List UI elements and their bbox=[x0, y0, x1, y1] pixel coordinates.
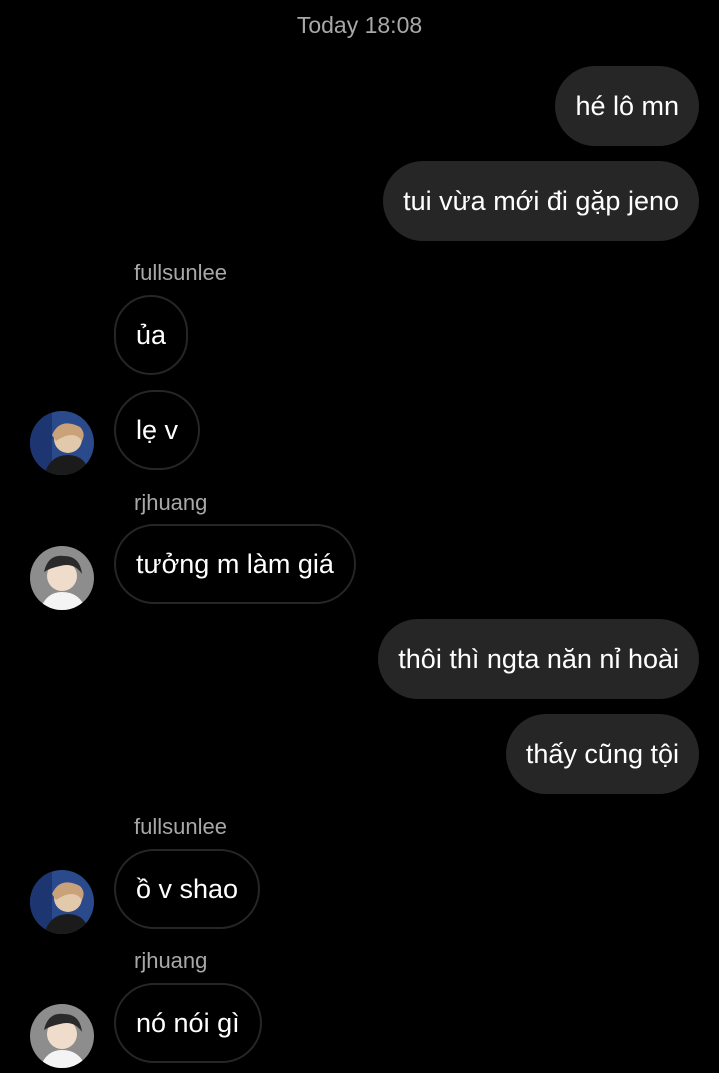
avatar-photo-icon bbox=[30, 870, 94, 934]
message-bubble-outgoing[interactable]: tui vừa mới đi gặp jeno bbox=[383, 161, 699, 241]
message-bubble-outgoing[interactable]: thấy cũng tội bbox=[505, 714, 699, 794]
avatar-photo-icon bbox=[30, 411, 94, 475]
message-bubble-incoming[interactable]: tưởng m làm giá bbox=[114, 524, 356, 604]
sender-name: rjhuang bbox=[134, 490, 208, 515]
message-bubble-incoming[interactable]: lẹ v bbox=[114, 390, 201, 470]
avatar-photo-icon bbox=[30, 546, 94, 610]
message-bubble-incoming[interactable]: ồ v shao bbox=[114, 849, 261, 929]
sender-avatar[interactable] bbox=[30, 546, 94, 610]
message-bubble-outgoing[interactable]: thôi thì ngta năn nỉ hoài bbox=[378, 619, 699, 699]
sender-name: fullsunlee bbox=[134, 814, 227, 839]
message-bubble-incoming[interactable]: nó nói gì bbox=[114, 983, 262, 1063]
sender-name: rjhuang bbox=[134, 948, 208, 973]
sender-avatar[interactable] bbox=[30, 1004, 94, 1068]
message-bubble-incoming[interactable]: ủa bbox=[114, 295, 189, 375]
sender-avatar[interactable] bbox=[30, 411, 94, 475]
chat-timestamp: Today 18:08 bbox=[296, 12, 423, 38]
sender-avatar[interactable] bbox=[30, 870, 94, 934]
message-bubble-outgoing[interactable]: hé lô mn bbox=[555, 66, 699, 146]
sender-name: fullsunlee bbox=[134, 260, 227, 285]
avatar-photo-icon bbox=[30, 1004, 94, 1068]
